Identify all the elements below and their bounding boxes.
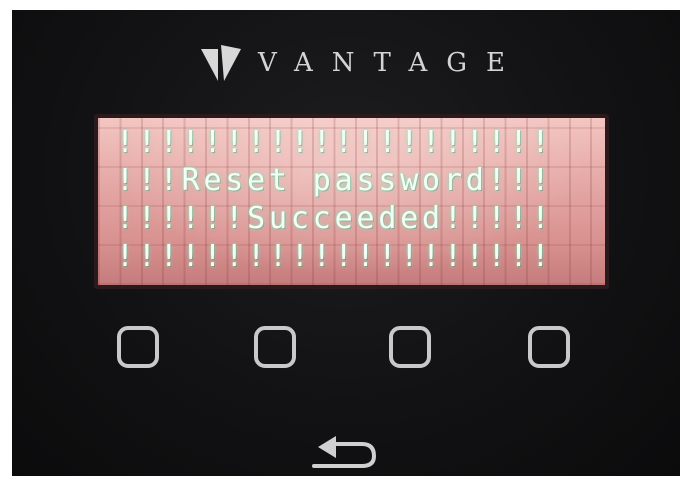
return-arrow-icon: [312, 436, 377, 468]
softkey-3-button[interactable]: [389, 326, 431, 368]
lcd-text-rows: !!!!!!!!!!!!!!!!!!!! !!!Reset password!!…: [116, 124, 553, 276]
softkey-4-button[interactable]: [528, 326, 570, 368]
brand-header: VANTAGE: [198, 38, 524, 88]
lcd-display: !!!!!!!!!!!!!!!!!!!! !!!Reset password!!…: [98, 118, 605, 285]
vantage-logo-icon: [201, 45, 241, 81]
lcd-line-4: !!!!!!!!!!!!!!!!!!!!: [116, 239, 554, 274]
softkey-2-button[interactable]: [254, 326, 296, 368]
keypad-panel: VANTAGE !!!!!!!!!!!!!!!!!!!! !!!Reset pa…: [12, 10, 680, 476]
brand-name: VANTAGE: [258, 48, 524, 78]
lcd-line-1: !!!!!!!!!!!!!!!!!!!!: [116, 125, 554, 160]
lcd-line-3-succeeded: !!!!!!Succeeded!!!!!: [116, 201, 554, 236]
back-button[interactable]: [310, 430, 382, 470]
lcd-line-2-reset-password: !!!Reset password!!!: [116, 163, 554, 198]
softkey-1-button[interactable]: [117, 326, 159, 368]
lcd-bezel: !!!!!!!!!!!!!!!!!!!! !!!Reset password!!…: [94, 114, 609, 289]
